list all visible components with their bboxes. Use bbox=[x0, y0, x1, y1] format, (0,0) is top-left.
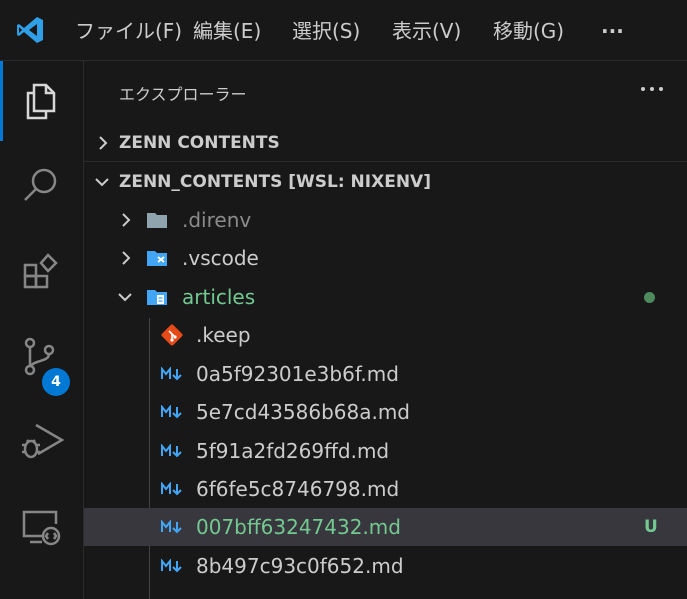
tree-folder-articles[interactable]: articles bbox=[84, 278, 687, 316]
tree-item-label: articles bbox=[182, 285, 256, 309]
chevron-right-icon bbox=[122, 251, 131, 265]
tree-file-markdown-selected[interactable]: 007bff63247432.md U bbox=[84, 508, 687, 546]
tree-file-markdown[interactable]: 0a5f92301e3b6f.md bbox=[84, 355, 687, 393]
tree-item-label: .keep bbox=[196, 323, 251, 347]
tree-item-label: .direnv bbox=[182, 208, 252, 232]
section-title: ZENN CONTENTS bbox=[119, 133, 280, 153]
menu-edit[interactable]: 編集(E) bbox=[193, 17, 261, 45]
menu-go[interactable]: 移動(G) bbox=[493, 17, 564, 45]
git-icon bbox=[161, 324, 183, 346]
explorer-title: エクスプローラー bbox=[119, 85, 247, 104]
section-workspace[interactable]: ZENN_CONTENTS [WSL: NIXENV] bbox=[84, 163, 687, 201]
folder-open-icon bbox=[147, 290, 167, 305]
folder-icon bbox=[147, 213, 167, 228]
activity-bar: 4 bbox=[0, 61, 84, 599]
tree-file-keep[interactable]: .keep bbox=[84, 316, 687, 354]
tree-item-label: 8b497c93c0f652.md bbox=[196, 554, 404, 578]
chevron-right-icon bbox=[99, 136, 108, 150]
markdown-icon bbox=[161, 520, 182, 534]
section-zenn-contents[interactable]: ZENN CONTENTS bbox=[84, 124, 687, 162]
remote-explorer-icon bbox=[22, 510, 61, 546]
activity-remote-explorer[interactable] bbox=[0, 486, 84, 566]
menu-file[interactable]: ファイル(F) bbox=[75, 17, 182, 45]
section-title: ZENN_CONTENTS [WSL: NIXENV] bbox=[119, 172, 431, 192]
menu-more-button[interactable]: ··· bbox=[601, 17, 624, 45]
activity-explorer[interactable] bbox=[0, 61, 84, 141]
activity-source-control[interactable]: 4 bbox=[0, 316, 84, 396]
tree-folder-direnv[interactable]: .direnv bbox=[84, 201, 687, 239]
chevron-down-icon bbox=[118, 293, 132, 302]
title-bar: ファイル(F) 編集(E) 選択(S) 表示(V) 移動(G) ··· bbox=[0, 0, 687, 61]
vscode-logo-icon bbox=[17, 17, 43, 43]
markdown-icon bbox=[161, 559, 182, 573]
source-control-badge: 4 bbox=[42, 368, 70, 396]
tree-item-label: 6f6fe5c8746798.md bbox=[196, 477, 400, 501]
activity-extensions[interactable] bbox=[0, 231, 84, 311]
tree-item-label: 5e7cd43586b68a.md bbox=[196, 400, 411, 424]
modified-dot-indicator bbox=[644, 292, 655, 303]
tree-folder-vscode[interactable]: .vscode bbox=[84, 239, 687, 277]
extensions-icon bbox=[23, 253, 58, 289]
active-indicator bbox=[0, 61, 3, 141]
tree-file-markdown[interactable]: 5e7cd43586b68a.md bbox=[84, 393, 687, 431]
explorer-panel: エクスプローラー ZENN CONTENTS ZENN_CONTENTS [WS… bbox=[84, 61, 687, 599]
menu-view[interactable]: 表示(V) bbox=[392, 17, 461, 45]
run-debug-icon bbox=[22, 423, 64, 459]
divider bbox=[84, 161, 687, 162]
search-icon bbox=[24, 168, 57, 201]
tree-item-label: 0a5f92301e3b6f.md bbox=[196, 362, 399, 386]
vscode-folder-icon bbox=[147, 251, 167, 266]
activity-run-debug[interactable] bbox=[0, 401, 84, 481]
chevron-right-icon bbox=[122, 213, 131, 227]
tree-item-label: .vscode bbox=[182, 246, 259, 270]
tree-item-label: 007bff63247432.md bbox=[196, 515, 401, 539]
tree-file-markdown[interactable]: 6f6fe5c8746798.md bbox=[84, 470, 687, 508]
tree-file-markdown[interactable]: 8b497c93c0f652.md bbox=[84, 547, 687, 585]
markdown-icon bbox=[161, 444, 182, 458]
chevron-down-icon bbox=[95, 178, 109, 187]
markdown-icon bbox=[161, 482, 182, 496]
markdown-icon bbox=[161, 367, 182, 381]
activity-search[interactable] bbox=[0, 146, 84, 226]
untracked-status-badge: U bbox=[644, 517, 658, 537]
tree-file-markdown[interactable]: 5f91a2fd269ffd.md bbox=[84, 432, 687, 470]
tree-item-label: 5f91a2fd269ffd.md bbox=[196, 439, 390, 463]
files-icon bbox=[26, 83, 56, 120]
markdown-icon bbox=[161, 405, 182, 419]
menu-selection[interactable]: 選択(S) bbox=[292, 17, 360, 45]
more-actions-icon[interactable] bbox=[639, 79, 665, 99]
